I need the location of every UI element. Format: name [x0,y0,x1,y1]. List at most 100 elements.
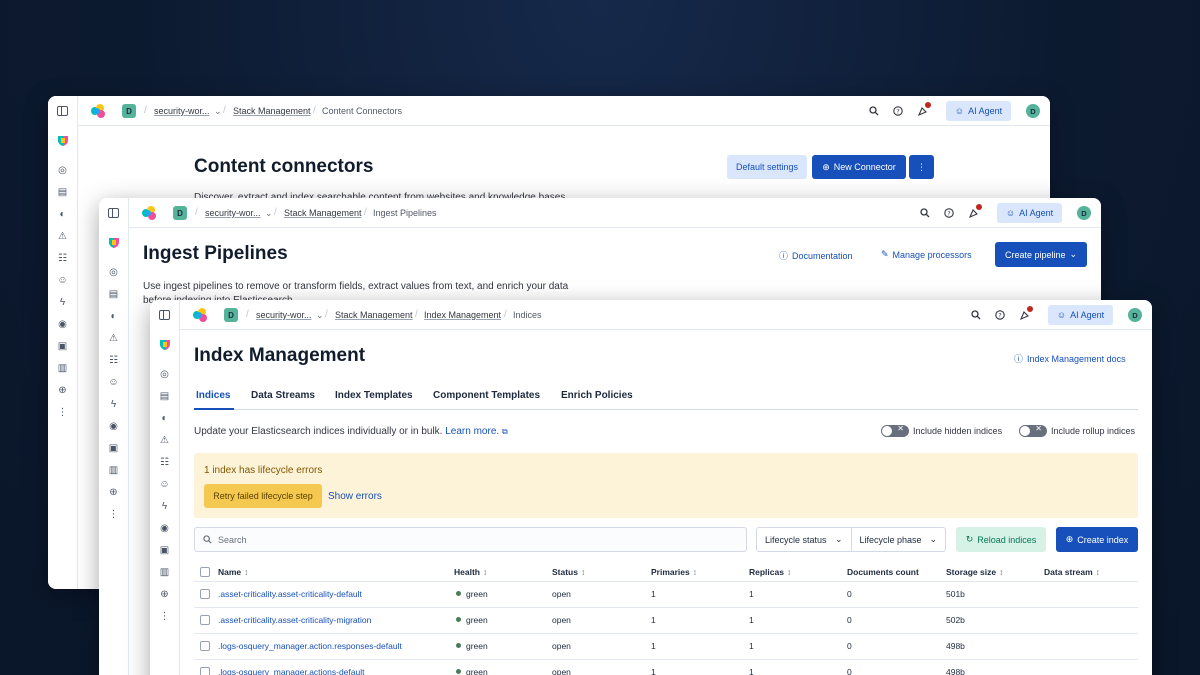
briefcase-icon[interactable]: ▣ [107,442,120,455]
robot-icon[interactable]: ☺ [158,478,171,491]
sidebar-toggle-icon[interactable] [108,208,119,218]
elastic-logo-icon[interactable] [193,308,209,322]
tab-component-templates[interactable]: Component Templates [433,390,540,401]
reload-indices-button[interactable]: ↻ Reload indices [956,527,1046,552]
learn-more-link[interactable]: Learn more. [445,426,499,437]
timeline-icon[interactable]: ◐ [107,310,120,323]
chevron-down-icon[interactable]: ⌄ [316,310,324,321]
solution-logo-icon[interactable] [158,338,171,351]
lifecycle-status-filter[interactable]: Lifecycle status ⌄ [757,528,851,551]
include-hidden-toggle[interactable]: ✕ [881,424,909,437]
chart-icon[interactable]: ▥ [56,362,69,375]
more-icon[interactable]: ⋮ [158,610,171,623]
chart-icon[interactable]: ▥ [107,464,120,477]
globe-icon[interactable]: ⊕ [158,588,171,601]
tab-index-templates[interactable]: Index Templates [335,390,413,401]
globe-icon[interactable]: ⊕ [56,384,69,397]
solution-logo-icon[interactable] [107,236,120,249]
bolt-icon[interactable]: ϟ [56,296,69,309]
timeline-icon[interactable]: ◐ [158,412,171,425]
chevron-down-icon[interactable]: ⌄ [265,208,273,219]
briefcase-icon[interactable]: ▣ [158,544,171,557]
column-header-health[interactable]: Health ↕ [454,567,487,577]
search-icon[interactable] [919,207,931,219]
create-pipeline-button[interactable]: Create pipeline ⌄ [995,242,1087,267]
documentation-link[interactable]: ⓘ Documentation [779,249,853,262]
index-name-link[interactable]: .asset-criticality.asset-criticality-mig… [218,615,371,625]
discover-icon[interactable]: ◎ [107,266,120,279]
index-name-link[interactable]: .asset-criticality.asset-criticality-def… [218,589,362,599]
ai-agent-button[interactable]: ☺ AI Agent [946,101,1011,121]
sidebar-toggle-icon[interactable] [57,106,68,116]
discover-icon[interactable]: ◎ [56,164,69,177]
rules-icon[interactable]: ☷ [158,456,171,469]
row-checkbox[interactable] [200,667,210,675]
solution-logo-icon[interactable] [56,134,69,147]
column-header-status[interactable]: Status ↕ [552,567,585,577]
target-icon[interactable]: ◉ [107,420,120,433]
column-header-storage-size[interactable]: Storage size ↕ [946,567,1003,577]
tab-data-streams[interactable]: Data Streams [251,390,315,401]
bolt-icon[interactable]: ϟ [107,398,120,411]
help-icon[interactable]: ? [892,105,904,117]
discover-icon[interactable]: ◎ [158,368,171,381]
select-all-checkbox[interactable] [200,567,210,577]
user-avatar[interactable]: D [1077,206,1091,220]
breadcrumb-space[interactable]: security-wor... [256,310,312,320]
breadcrumb-space[interactable]: security-wor... [205,208,261,218]
index-name-link[interactable]: .logs-osquery_manager.action.responses-d… [218,641,402,651]
default-settings-button[interactable]: Default settings [727,155,807,179]
sidebar-toggle-icon[interactable] [159,310,170,320]
row-checkbox[interactable] [200,589,210,599]
elastic-logo-icon[interactable] [142,206,158,220]
briefcase-icon[interactable]: ▣ [56,340,69,353]
search-icon[interactable] [970,309,982,321]
column-header-name[interactable]: Name ↕ [218,567,248,577]
help-icon[interactable]: ? [994,309,1006,321]
index-management-docs-link[interactable]: ⓘ Index Management docs [1014,352,1126,365]
dashboard-icon[interactable]: ▤ [56,186,69,199]
alerts-icon[interactable]: ⚠ [107,332,120,345]
tab-enrich-policies[interactable]: Enrich Policies [561,390,633,401]
target-icon[interactable]: ◉ [56,318,69,331]
breadcrumb-stack-management[interactable]: Stack Management [233,106,311,116]
robot-icon[interactable]: ☺ [56,274,69,287]
help-icon[interactable]: ? [943,207,955,219]
user-avatar[interactable]: D [1128,308,1142,322]
timeline-icon[interactable]: ◐ [56,208,69,221]
alerts-icon[interactable]: ⚠ [158,434,171,447]
tab-indices[interactable]: Indices [196,390,230,401]
target-icon[interactable]: ◉ [158,522,171,535]
space-avatar[interactable]: D [224,308,238,322]
column-header-primaries[interactable]: Primaries ↕ [651,567,697,577]
space-avatar[interactable]: D [122,104,136,118]
breadcrumb-stack-management[interactable]: Stack Management [284,208,362,218]
more-icon[interactable]: ⋮ [107,508,120,521]
column-header-replicas[interactable]: Replicas ↕ [749,567,791,577]
index-name-link[interactable]: .logs-osquery_manager.actions-default [218,667,364,675]
search-input[interactable]: Search [194,527,747,552]
dashboard-icon[interactable]: ▤ [158,390,171,403]
chart-icon[interactable]: ▥ [158,566,171,579]
robot-icon[interactable]: ☺ [107,376,120,389]
row-checkbox[interactable] [200,641,210,651]
row-checkbox[interactable] [200,615,210,625]
search-icon[interactable] [868,105,880,117]
ai-agent-button[interactable]: ☺ AI Agent [997,203,1062,223]
manage-processors-button[interactable]: ✎ Manage processors [881,249,972,260]
elastic-logo-icon[interactable] [91,104,107,118]
more-icon[interactable]: ⋮ [56,406,69,419]
show-errors-link[interactable]: Show errors [328,491,382,502]
rules-icon[interactable]: ☷ [56,252,69,265]
rules-icon[interactable]: ☷ [107,354,120,367]
globe-icon[interactable]: ⊕ [107,486,120,499]
retry-lifecycle-button[interactable]: Retry failed lifecycle step [204,484,322,508]
chevron-down-icon[interactable]: ⌄ [214,106,222,117]
include-rollup-toggle[interactable]: ✕ [1019,424,1047,437]
bolt-icon[interactable]: ϟ [158,500,171,513]
column-header-documents-count[interactable]: Documents count [847,567,919,577]
alerts-icon[interactable]: ⚠ [56,230,69,243]
lifecycle-phase-filter[interactable]: Lifecycle phase ⌄ [850,528,946,551]
ai-agent-button[interactable]: ☺ AI Agent [1048,305,1113,325]
space-avatar[interactable]: D [173,206,187,220]
